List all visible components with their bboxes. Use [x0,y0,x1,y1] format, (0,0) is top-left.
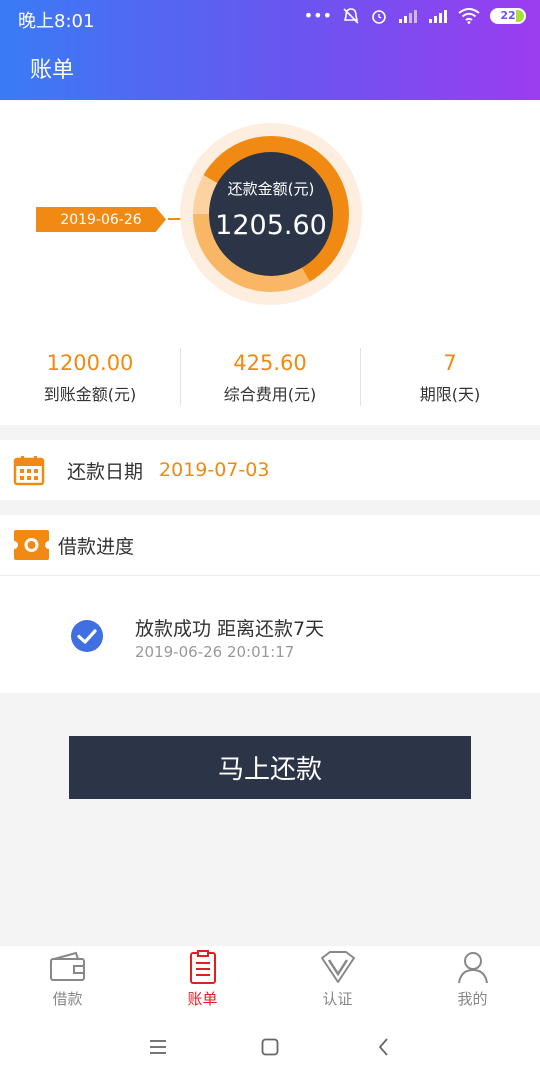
wallet-icon [49,951,85,981]
user-icon [457,952,488,984]
mute-icon [343,7,359,24]
check-icon [71,620,103,652]
status-icons: ••• 22 [304,6,526,25]
stat-fees: 425.60 综合费用(元) [180,345,360,410]
stat-value: 425.60 [233,351,307,375]
stat-label: 综合费用(元) [223,385,317,404]
tab-label: 认证 [322,990,353,1008]
repay-amount-circle: 还款金额(元) 1205.60 [209,152,333,276]
loan-progress: 借款进度 放款成功 距离还款7天 2019-06-26 20:01:17 [0,515,540,693]
bill-icon [189,950,216,984]
stat-value: 7 [443,351,457,375]
repay-now-button[interactable]: 马上还款 [69,736,471,799]
status-time: 晚上8:01 [18,11,95,32]
tab-label: 我的 [457,990,488,1008]
repay-date-row: 还款日期 2019-07-03 [0,440,540,500]
signal-icon [399,9,417,23]
tab-loan[interactable]: 借款 [0,946,135,1020]
battery-icon: 22 [490,7,526,24]
more-dots-icon: ••• [303,6,332,25]
tab-label: 账单 [187,990,218,1008]
calendar-icon [13,456,45,486]
system-nav-bar [0,1020,540,1080]
repay-amount-label: 还款金额(元) [227,180,315,198]
repay-date-value: 2019-07-03 [159,459,270,481]
tab-bill[interactable]: 账单 [135,946,270,1020]
ticket-icon [14,530,49,560]
tab-mine[interactable]: 我的 [405,946,540,1020]
tab-certify[interactable]: 认证 [270,946,405,1020]
progress-event-time: 2019-06-26 20:01:17 [135,643,295,661]
stat-term: 7 期限(天) [360,345,540,410]
wifi-icon [458,7,480,24]
repay-amount-value: 1205.60 [215,210,327,241]
header: 晚上8:01 ••• 22 账单 [0,0,540,100]
back-icon[interactable] [375,1038,393,1056]
progress-event-title: 放款成功 距离还款7天 [135,618,325,640]
bill-summary: 2019-06-26 还款金额(元) 1205.60 1200.00 到账金额(… [0,100,540,425]
home-icon[interactable] [261,1038,279,1056]
stat-label: 期限(天) [419,385,481,404]
stat-label: 到账金额(元) [43,385,137,404]
page-title: 账单 [30,58,75,83]
loan-date-tag: 2019-06-26 [36,207,166,232]
tab-bar: 借款 账单 认证 我的 [0,946,540,1020]
progress-header: 借款进度 [0,515,540,576]
certify-icon [320,951,355,983]
alarm-icon [372,9,386,24]
progress-title: 借款进度 [58,535,135,558]
signal-icon-2 [429,9,447,23]
menu-icon[interactable] [149,1038,167,1056]
stats-row: 1200.00 到账金额(元) 425.60 综合费用(元) 7 期限(天) [0,345,540,410]
stat-value: 1200.00 [46,351,134,375]
tab-label: 借款 [52,990,83,1008]
stat-received: 1200.00 到账金额(元) [0,345,180,410]
repay-date-label: 还款日期 [67,460,144,483]
